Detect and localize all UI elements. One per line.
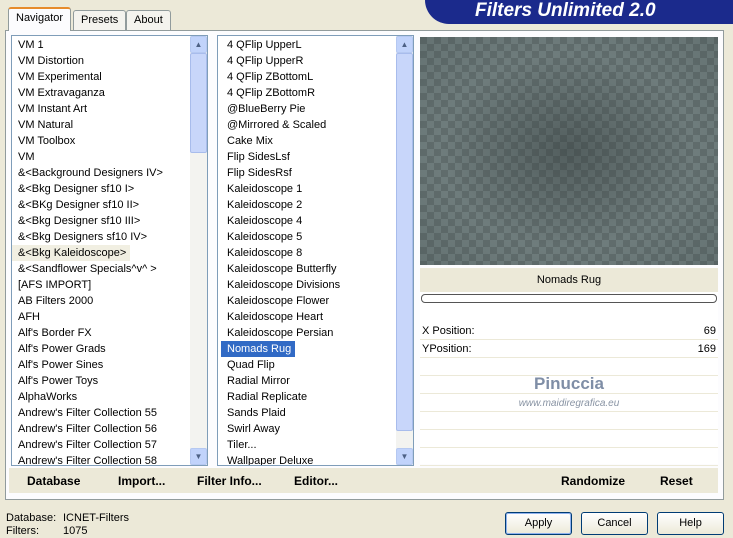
param-value: 169 [697, 343, 716, 355]
filter-list-item[interactable]: @BlueBerry Pie [221, 101, 413, 117]
category-list-item[interactable]: VM Experimental [12, 69, 207, 85]
navigator-toolbar: Database Import... Filter Info... Editor… [9, 468, 718, 493]
category-list-item[interactable]: Andrew's Filter Collection 57 [12, 437, 207, 453]
import-button[interactable]: Import... [118, 474, 165, 488]
category-list-item[interactable]: AFH [12, 309, 207, 325]
filter-list-item[interactable]: 4 QFlip ZBottomR [221, 85, 413, 101]
scroll-down-icon[interactable]: ▼ [396, 448, 413, 465]
filter-scrollbar[interactable]: ▲ ▼ [396, 36, 413, 465]
filters-count-value: 1075 [63, 525, 88, 537]
filter-list-item[interactable]: Flip SidesLsf [221, 149, 413, 165]
scroll-thumb[interactable] [190, 53, 207, 153]
category-list-item[interactable]: &<Background Designers IV> [12, 165, 207, 181]
database-label: Database: [6, 512, 57, 524]
category-list-item[interactable]: Alf's Power Toys [12, 373, 207, 389]
filter-list-item[interactable]: Kaleidoscope Persian [221, 325, 413, 341]
filter-list-item[interactable]: Sands Plaid [221, 405, 413, 421]
category-list[interactable]: VM 1 VM Distortion VM Experimental VM Extra… [11, 35, 208, 466]
filter-info-button[interactable]: Filter Info... [197, 474, 262, 488]
tab-about[interactable]: About [126, 10, 171, 30]
filter-list-item[interactable]: Kaleidoscope 2 [221, 197, 413, 213]
param-x-position[interactable]: X Position: 69 [420, 322, 718, 340]
apply-button[interactable]: Apply [505, 512, 572, 535]
filter-list-item[interactable]: 4 QFlip UpperR [221, 53, 413, 69]
progress-bar [421, 294, 717, 303]
filter-list-item[interactable]: Kaleidoscope 8 [221, 245, 413, 261]
filters-count-label: Filters: [6, 525, 39, 537]
filter-list-item[interactable]: Kaleidoscope Heart [221, 309, 413, 325]
category-list-item[interactable]: &<Bkg Designer sf10 I> [12, 181, 207, 197]
filter-list-item[interactable]: Swirl Away [221, 421, 413, 437]
category-list-item[interactable]: Andrew's Filter Collection 55 [12, 405, 207, 421]
category-list-item[interactable]: &<Bkg Designer sf10 III> [12, 213, 207, 229]
filter-list-item[interactable]: Kaleidoscope Flower [221, 293, 413, 309]
param-label: YPosition: [422, 343, 472, 355]
filter-list-item[interactable]: Radial Mirror [221, 373, 413, 389]
app-banner-title: Filters Unlimited 2.0 [425, 0, 733, 24]
category-list-item[interactable]: Alf's Border FX [12, 325, 207, 341]
filter-list-item[interactable]: Radial Replicate [221, 389, 413, 405]
filter-list-item[interactable]: Wallpaper Deluxe [221, 453, 413, 465]
cancel-button[interactable]: Cancel [581, 512, 648, 535]
scroll-thumb[interactable] [396, 53, 413, 431]
filter-name-label: Nomads Rug [420, 268, 718, 292]
editor-button[interactable]: Editor... [294, 474, 338, 488]
filter-list-item[interactable]: Nomads Rug [221, 341, 296, 357]
category-list-item[interactable]: VM Extravaganza [12, 85, 207, 101]
category-list-item[interactable]: [AFS IMPORT] [12, 277, 207, 293]
category-list-item[interactable]: VM Instant Art [12, 101, 207, 117]
filter-list-item[interactable]: Kaleidoscope Butterfly [221, 261, 413, 277]
filter-list-item[interactable]: Tiler... [221, 437, 413, 453]
reset-button[interactable]: Reset [660, 474, 693, 488]
category-list-item[interactable]: Alf's Power Sines [12, 357, 207, 373]
category-list-item[interactable]: VM [12, 149, 207, 165]
category-list-item[interactable]: Alf's Power Grads [12, 341, 207, 357]
scroll-up-icon[interactable]: ▲ [396, 36, 413, 53]
tab-navigator[interactable]: Navigator [8, 7, 72, 31]
tab-presets[interactable]: Presets [73, 10, 127, 30]
category-list-item[interactable]: &<BKg Designer sf10 II> [12, 197, 207, 213]
filter-list-item[interactable]: Kaleidoscope 5 [221, 229, 413, 245]
scroll-down-icon[interactable]: ▼ [190, 448, 207, 465]
database-button[interactable]: Database [27, 474, 80, 488]
filter-list-item[interactable]: Kaleidoscope 4 [221, 213, 413, 229]
filter-list-item[interactable]: Kaleidoscope 1 [221, 181, 413, 197]
category-list-item[interactable]: AlphaWorks [12, 389, 207, 405]
watermark-url: www.maidiregrafica.eu [518, 398, 620, 409]
category-list-item[interactable]: AB Filters 2000 [12, 293, 207, 309]
parameter-panel: Nomads Rug X Position: 69 YPosition: 169… [420, 268, 718, 466]
filter-list-item[interactable]: 4 QFlip ZBottomL [221, 69, 413, 85]
scroll-up-icon[interactable]: ▲ [190, 36, 207, 53]
help-button[interactable]: Help [657, 512, 724, 535]
category-list-item[interactable]: VM 1 [12, 37, 207, 53]
category-list-item[interactable]: &<Sandflower Specials^v^ > [12, 261, 207, 277]
category-list-item[interactable]: Andrew's Filter Collection 58 [12, 453, 207, 465]
category-list-item[interactable]: VM Distortion [12, 53, 207, 69]
category-list-item[interactable]: &<Bkg Designers sf10 IV> [12, 229, 207, 245]
filter-preview-image [420, 37, 718, 265]
filter-list-item[interactable]: Cake Mix [221, 133, 413, 149]
param-y-position[interactable]: YPosition: 169 [420, 340, 718, 358]
filter-list-item[interactable]: 4 QFlip UpperL [221, 37, 413, 53]
randomize-button[interactable]: Randomize [561, 474, 625, 488]
category-list-item[interactable]: &<Bkg Kaleidoscope> [12, 245, 131, 261]
watermark-title: Pinuccia [534, 374, 604, 393]
category-scrollbar[interactable]: ▲ ▼ [190, 36, 207, 465]
filter-list[interactable]: 4 QFlip UpperL 4 QFlip UpperR 4 QFlip ZBot… [217, 35, 414, 466]
database-value: ICNET-Filters [63, 512, 129, 524]
filter-list-item[interactable]: Flip SidesRsf [221, 165, 413, 181]
category-list-item[interactable]: VM Toolbox [12, 133, 207, 149]
param-label: X Position: [422, 325, 475, 337]
category-list-item[interactable]: Andrew's Filter Collection 56 [12, 421, 207, 437]
filter-list-item[interactable]: Kaleidoscope Divisions [221, 277, 413, 293]
category-list-item[interactable]: VM Natural [12, 117, 207, 133]
filter-list-item[interactable]: @Mirrored & Scaled [221, 117, 413, 133]
param-value: 69 [703, 325, 716, 337]
filter-list-item[interactable]: Quad Flip [221, 357, 413, 373]
